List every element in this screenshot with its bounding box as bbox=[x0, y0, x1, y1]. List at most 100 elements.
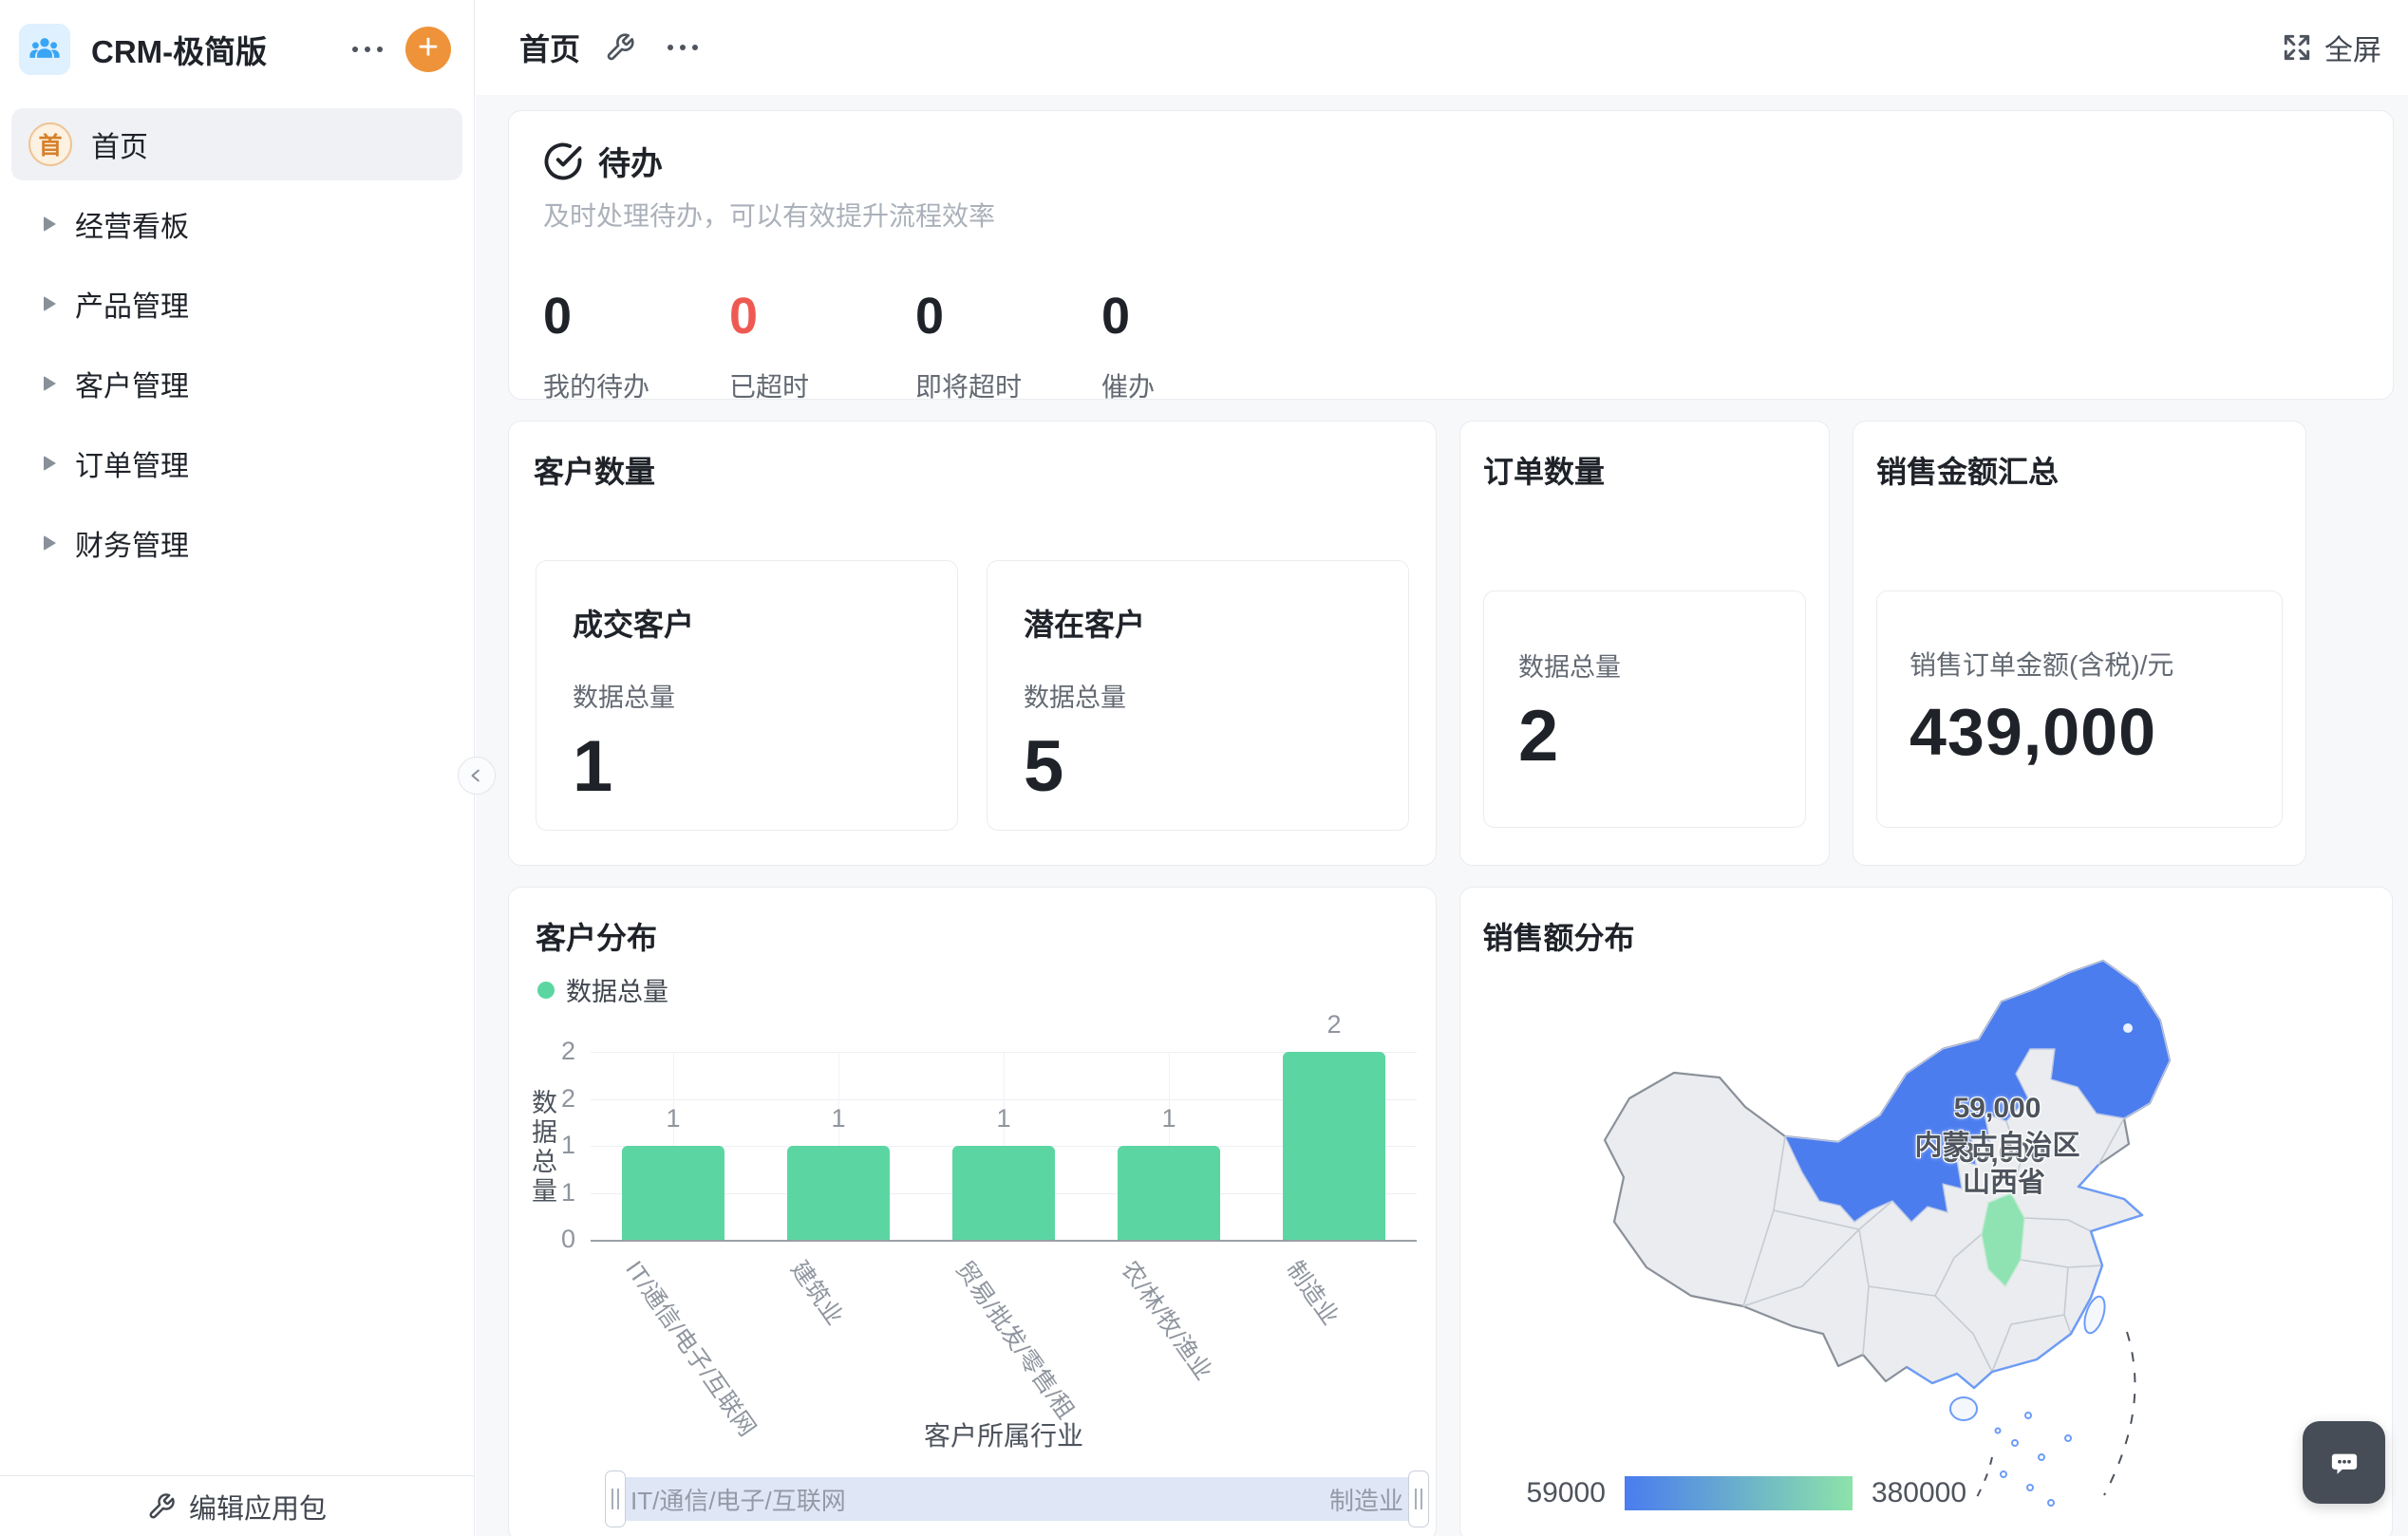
bar[interactable] bbox=[1283, 1052, 1385, 1240]
china-map[interactable] bbox=[1460, 888, 2394, 1536]
deal-customer-metric: 数据总量 bbox=[573, 677, 921, 714]
y-tick-label: 0 bbox=[532, 1225, 575, 1254]
slider-right-label: 制造业 bbox=[1329, 1482, 1403, 1517]
sidebar-item[interactable]: 客户管理 bbox=[11, 347, 462, 420]
chat-fab-button[interactable] bbox=[2303, 1421, 2385, 1504]
todo-stat[interactable]: 0 催办 bbox=[1101, 287, 1288, 404]
order-count-inner-card[interactable]: 数据总量 2 bbox=[1483, 590, 1806, 828]
customer-distribution-card: 客户分布 数据总量 数据总量 221101IT/通信/电子/互联网1建筑业1贸易… bbox=[508, 887, 1437, 1536]
map-label-shanxi-name: 山西省 bbox=[1963, 1160, 2045, 1200]
sales-total-card: 销售金额汇总 销售订单金额(含税)/元 439,000 bbox=[1853, 421, 2306, 866]
map-legend-max: 380000 bbox=[1872, 1477, 1966, 1509]
app-more-button[interactable] bbox=[343, 37, 392, 62]
sidebar-item-label: 订单管理 bbox=[75, 442, 189, 484]
potential-customer-value: 5 bbox=[1024, 725, 1372, 808]
slider-right-handle[interactable] bbox=[1408, 1470, 1429, 1527]
wrench-icon bbox=[605, 32, 635, 63]
map-legend-min: 59000 bbox=[1527, 1477, 1606, 1509]
team-icon bbox=[28, 32, 62, 66]
page-more-button[interactable] bbox=[658, 35, 707, 60]
x-category-label: IT/通信/电子/互联网 bbox=[619, 1253, 766, 1442]
todo-stat[interactable]: 0我的待办 bbox=[543, 287, 729, 404]
sidebar-collapse-button[interactable] bbox=[458, 757, 496, 795]
fullscreen-label: 全屏 bbox=[2324, 27, 2381, 68]
sidebar-item-home[interactable]: 首 首页 bbox=[11, 108, 462, 180]
deal-customer-value: 1 bbox=[573, 725, 921, 808]
map-legend-gradient bbox=[1625, 1476, 1853, 1510]
sidebar-item-label: 经营看板 bbox=[75, 203, 189, 245]
order-value: 2 bbox=[1518, 695, 1771, 777]
y-tick-label: 1 bbox=[532, 1178, 575, 1208]
bar[interactable] bbox=[622, 1146, 724, 1240]
sidebar-header: CRM-极简版 + bbox=[0, 0, 474, 99]
potential-customer-card[interactable]: 潜在客户 数据总量 5 bbox=[987, 560, 1409, 831]
app-logo bbox=[19, 24, 70, 75]
x-category-label: 建筑业 bbox=[784, 1253, 854, 1331]
sidebar-item-label: 客户管理 bbox=[75, 363, 189, 404]
sidebar-menu: 首 首页 经营看板产品管理客户管理订单管理财务管理 bbox=[0, 99, 474, 579]
map-label-inner-mongolia-name: 内蒙古自治区 bbox=[1914, 1123, 2079, 1163]
todo-stat[interactable]: 0已超时 bbox=[729, 287, 915, 404]
y-tick-label: 2 bbox=[532, 1037, 575, 1066]
main-header: 首页 全屏 bbox=[476, 0, 2408, 95]
x-axis-line bbox=[591, 1240, 1417, 1242]
sidebar-item[interactable]: 产品管理 bbox=[11, 268, 462, 340]
todo-stat-label: 催办 bbox=[1101, 366, 1288, 404]
dashboard-content: 待办 及时处理待办，可以有效提升流程效率 0我的待办0已超时0即将超时0催办 客… bbox=[476, 95, 2408, 1536]
sales-distribution-card: 销售额分布 bbox=[1459, 887, 2394, 1536]
todo-stats: 0我的待办0已超时0即将超时0催办 bbox=[543, 287, 2359, 404]
sidebar-item[interactable]: 经营看板 bbox=[11, 188, 462, 260]
slider-left-handle[interactable] bbox=[605, 1470, 626, 1527]
edit-app-package-label: 编辑应用包 bbox=[189, 1487, 327, 1527]
order-count-card: 订单数量 数据总量 2 bbox=[1459, 421, 1830, 866]
caret-right-icon bbox=[44, 376, 56, 391]
chart-range-slider[interactable]: IT/通信/电子/互联网 制造业 bbox=[615, 1477, 1419, 1521]
chevron-left-icon bbox=[468, 767, 485, 784]
home-badge-icon: 首 bbox=[28, 122, 72, 166]
caret-right-icon bbox=[44, 296, 56, 311]
sidebar-item-label: 首页 bbox=[91, 123, 148, 165]
order-metric: 数据总量 bbox=[1518, 646, 1771, 684]
todo-subtitle: 及时处理待办，可以有效提升流程效率 bbox=[543, 196, 2359, 234]
page-settings-button[interactable] bbox=[605, 32, 635, 63]
bar-value-label: 1 bbox=[1131, 1104, 1207, 1133]
map-label-inner-mongolia-value: 59,000 bbox=[1954, 1093, 2041, 1125]
todo-stat[interactable]: 0即将超时 bbox=[915, 287, 1101, 404]
order-card-title: 订单数量 bbox=[1483, 448, 1806, 492]
todo-stat-value: 0 bbox=[915, 287, 1101, 346]
app-title: CRM-极简版 bbox=[91, 27, 343, 72]
bar[interactable] bbox=[787, 1146, 890, 1240]
todo-card: 待办 及时处理待办，可以有效提升流程效率 0我的待办0已超时0即将超时0催办 bbox=[508, 110, 2394, 400]
bar[interactable] bbox=[952, 1146, 1055, 1240]
fullscreen-button[interactable]: 全屏 bbox=[2281, 27, 2381, 68]
sales-card-title: 销售金额汇总 bbox=[1876, 448, 2283, 492]
bar-value-label: 1 bbox=[800, 1104, 876, 1133]
todo-stat-value: 0 bbox=[1101, 287, 1288, 346]
sales-value: 439,000 bbox=[1909, 694, 2249, 770]
fullscreen-icon bbox=[2281, 31, 2313, 64]
sales-total-inner-card[interactable]: 销售订单金额(含税)/元 439,000 bbox=[1876, 590, 2283, 828]
caret-right-icon bbox=[44, 456, 56, 471]
bar-value-label: 2 bbox=[1296, 1010, 1372, 1040]
sidebar-item[interactable]: 订单管理 bbox=[11, 427, 462, 499]
x-category-label: 农/林/牧/渔业 bbox=[1115, 1253, 1222, 1386]
chat-bubble-icon bbox=[2325, 1444, 2363, 1482]
edit-app-package-button[interactable]: 编辑应用包 bbox=[0, 1475, 474, 1536]
deal-customer-name: 成交客户 bbox=[573, 601, 921, 645]
y-tick-label: 2 bbox=[532, 1084, 575, 1114]
sidebar: CRM-极简版 + 首 首页 经营看板产品管理客户管理订单管理财务管理 编辑应用… bbox=[0, 0, 475, 1536]
add-button[interactable]: + bbox=[405, 27, 451, 72]
bar-value-label: 1 bbox=[966, 1104, 1042, 1133]
page: CRM-极简版 + 首 首页 经营看板产品管理客户管理订单管理财务管理 编辑应用… bbox=[0, 0, 2408, 1536]
map-legend: 59000 380000 bbox=[1527, 1476, 1967, 1510]
potential-customer-name: 潜在客户 bbox=[1024, 601, 1372, 645]
customer-count-card: 客户数量 成交客户 数据总量 1 潜在客户 数据总量 5 bbox=[508, 421, 1437, 866]
todo-stat-label: 我的待办 bbox=[543, 366, 729, 404]
todo-stat-label: 已超时 bbox=[729, 366, 915, 404]
deal-customer-card[interactable]: 成交客户 数据总量 1 bbox=[536, 560, 958, 831]
todo-title: 待办 bbox=[598, 138, 663, 184]
x-axis-title: 客户所属行业 bbox=[591, 1415, 1417, 1453]
sidebar-item[interactable]: 财务管理 bbox=[11, 507, 462, 579]
bar[interactable] bbox=[1118, 1146, 1220, 1240]
bar-value-label: 1 bbox=[635, 1104, 711, 1133]
